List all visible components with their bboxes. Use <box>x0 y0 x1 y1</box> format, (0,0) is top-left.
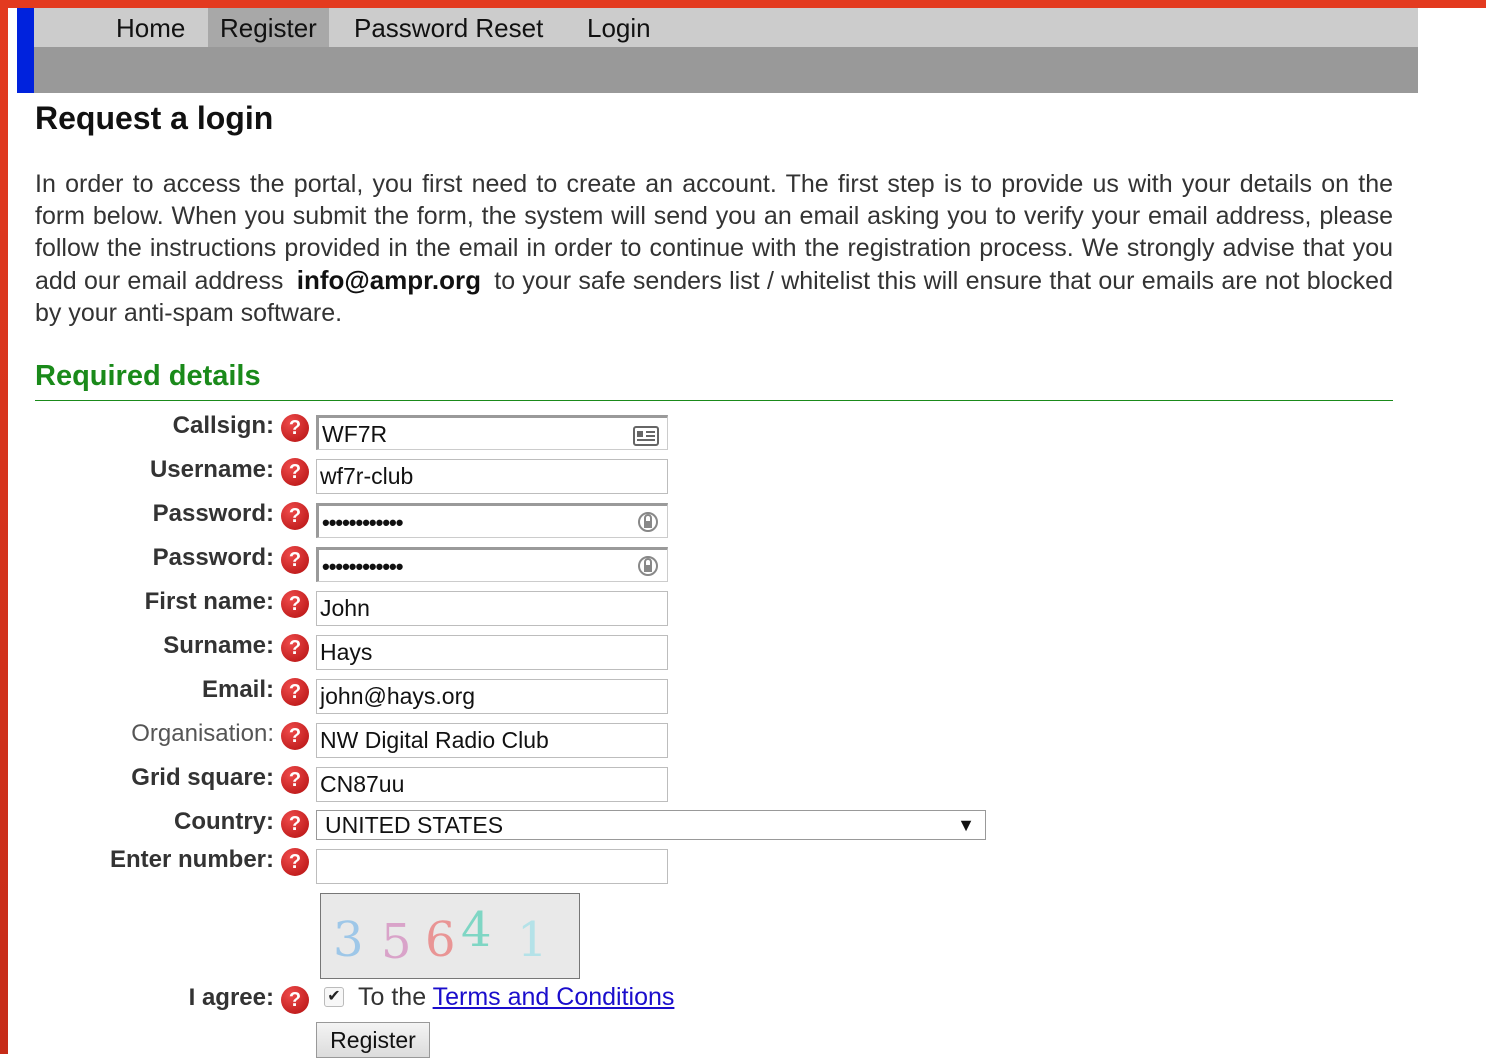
grid-square-input[interactable]: CN87uu <box>316 767 668 802</box>
captcha-input[interactable] <box>316 849 668 884</box>
country-select[interactable]: UNITED STATES ▼ <box>316 810 986 840</box>
organisation-input[interactable]: NW Digital Radio Club <box>316 723 668 758</box>
top-nav: Home Register Password Reset Login <box>34 8 1418 47</box>
enter-number-label: Enter number: <box>109 846 274 873</box>
email-input[interactable]: john@hays.org <box>316 679 668 714</box>
help-icon[interactable]: ? <box>281 766 309 794</box>
accent-bar <box>17 8 34 93</box>
agree-text: To the Terms and Conditions <box>358 983 674 1012</box>
callsign-label: Callsign: <box>172 412 274 439</box>
country-value: UNITED STATES <box>325 812 504 838</box>
nav-password-reset[interactable]: Password Reset <box>342 8 555 47</box>
username-input[interactable]: wf7r-club <box>316 459 668 494</box>
agree-prefix: To the <box>358 983 427 1011</box>
captcha-digit: 4 <box>461 902 492 958</box>
surname-input[interactable]: Hays <box>316 635 668 670</box>
help-icon[interactable]: ? <box>281 634 309 662</box>
nav-register[interactable]: Register <box>208 8 329 47</box>
help-icon[interactable]: ? <box>281 678 309 706</box>
agree-checkbox[interactable]: ✔ <box>324 987 344 1007</box>
page-title: Request a login <box>35 100 274 136</box>
contact-card-icon[interactable] <box>633 422 659 449</box>
email-label: Email: <box>201 676 274 703</box>
help-icon[interactable]: ? <box>281 848 309 876</box>
surname-value: Hays <box>320 639 373 665</box>
help-icon[interactable]: ? <box>281 502 309 530</box>
password-input[interactable]: •••••••••••• <box>316 503 668 538</box>
username-label: Username: <box>149 456 274 483</box>
intro-text: In order to access the portal, you first… <box>35 168 1393 329</box>
help-icon[interactable]: ? <box>281 722 309 750</box>
register-button[interactable]: Register <box>316 1022 430 1058</box>
captcha-digit: 6 <box>425 912 456 968</box>
help-icon[interactable]: ? <box>281 810 309 838</box>
captcha-digit: 5 <box>381 914 412 970</box>
password-manager-icon[interactable] <box>637 510 659 537</box>
password-value: •••••••••••• <box>322 510 403 535</box>
page-frame-top <box>0 0 1486 8</box>
nav-home[interactable]: Home <box>104 8 197 47</box>
password-confirm-value: •••••••••••• <box>322 554 403 579</box>
password-label: Password: <box>152 500 274 527</box>
password-manager-icon[interactable] <box>637 554 659 581</box>
nav-login[interactable]: Login <box>575 8 663 47</box>
terms-link[interactable]: Terms and Conditions <box>433 983 675 1011</box>
password-confirm-label: Password: <box>152 544 274 571</box>
organisation-value: NW Digital Radio Club <box>320 727 549 753</box>
help-icon[interactable]: ? <box>281 458 309 486</box>
first-name-value: John <box>320 595 370 621</box>
callsign-input[interactable]: WF7R <box>316 415 668 450</box>
nav-subbar <box>34 47 1418 93</box>
callsign-value: WF7R <box>322 421 388 447</box>
contact-email: info@ampr.org <box>296 265 481 295</box>
email-value: john@hays.org <box>320 683 476 709</box>
surname-label: Surname: <box>163 632 274 659</box>
country-label: Country: <box>174 808 274 835</box>
agree-label: I agree: <box>188 984 274 1011</box>
captcha-image: 3 5 6 4 1 <box>320 893 580 979</box>
section-title: Required details <box>35 360 261 392</box>
organisation-label: Organisation: <box>131 720 274 747</box>
section-divider <box>35 400 1393 401</box>
help-icon[interactable]: ? <box>281 546 309 574</box>
first-name-label: First name: <box>144 588 274 615</box>
dropdown-arrow-icon: ▼ <box>957 815 975 835</box>
first-name-input[interactable]: John <box>316 591 668 626</box>
help-icon[interactable]: ? <box>281 986 309 1014</box>
page-frame-left <box>0 0 8 1054</box>
grid-square-value: CN87uu <box>320 771 405 797</box>
username-value: wf7r-club <box>320 463 414 489</box>
help-icon[interactable]: ? <box>281 590 309 618</box>
captcha-digit: 1 <box>517 912 548 968</box>
password-confirm-input[interactable]: •••••••••••• <box>316 547 668 582</box>
help-icon[interactable]: ? <box>281 414 309 442</box>
grid-square-label: Grid square: <box>131 764 274 791</box>
captcha-digit: 3 <box>333 912 364 968</box>
